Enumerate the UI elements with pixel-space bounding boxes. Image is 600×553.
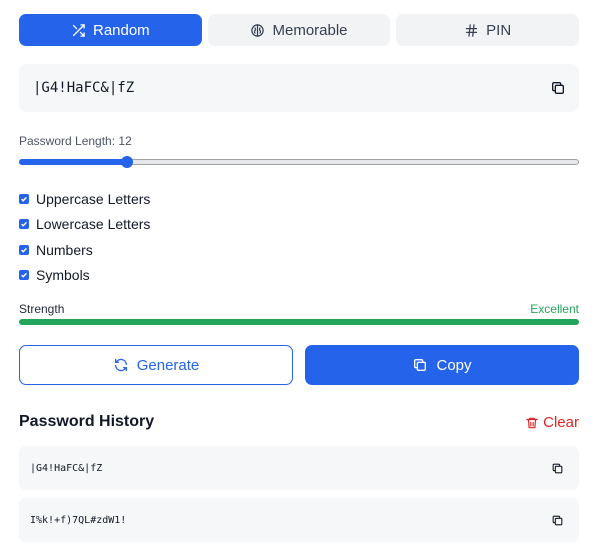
mode-tabs: Random Memorable PIN <box>19 14 580 46</box>
tab-pin-label: PIN <box>486 21 512 39</box>
character-options: Uppercase Letters Lowercase Letters Numb… <box>19 186 150 288</box>
clear-history-button[interactable]: Clear <box>525 414 579 431</box>
uppercase-checkbox[interactable] <box>19 193 29 204</box>
strength-fill <box>19 319 579 325</box>
trash-icon <box>526 417 538 428</box>
history-password: |G4!HaFC&|fZ <box>30 462 103 474</box>
copy-label: Copy <box>436 356 472 374</box>
strength-meter <box>19 319 579 325</box>
slider-thumb[interactable] <box>121 156 133 168</box>
history-title: Password History <box>19 413 155 430</box>
strength-value: Excellent <box>530 302 579 316</box>
copy-icon <box>414 359 427 371</box>
password-display: |G4!HaFC&|fZ <box>19 64 579 112</box>
history-password: I%k!+f)7QL#zdW1! <box>30 514 127 526</box>
numbers-checkbox[interactable] <box>19 244 29 255</box>
lowercase-checkbox[interactable] <box>19 219 29 230</box>
option-numbers[interactable]: Numbers <box>19 237 150 263</box>
copy-password-button[interactable] <box>550 80 566 96</box>
copy-icon <box>552 515 563 525</box>
copy-icon <box>552 463 563 473</box>
option-label: Uppercase Letters <box>36 190 151 207</box>
hash-icon <box>466 23 478 37</box>
generate-label: Generate <box>136 356 200 374</box>
copy-history-button[interactable] <box>551 462 564 475</box>
option-label: Symbols <box>36 267 90 284</box>
copy-history-button[interactable] <box>551 514 564 527</box>
tab-memorable[interactable]: Memorable <box>207 14 391 46</box>
check-icon <box>21 273 27 279</box>
password-length-label: Password Length: 12 <box>19 134 132 148</box>
copy-button[interactable]: Copy <box>305 345 579 385</box>
history-list: |G4!HaFC&|fZ I%k!+f)7QL#zdW1! <box>19 446 579 550</box>
generate-button[interactable]: Generate <box>19 345 293 385</box>
brain-icon <box>251 23 265 37</box>
refresh-icon <box>114 358 127 372</box>
option-label: Numbers <box>36 241 93 258</box>
symbols-checkbox[interactable] <box>19 270 29 281</box>
strength-row: Strength Excellent <box>19 302 579 316</box>
clear-label: Clear <box>543 414 579 431</box>
tab-pin[interactable]: PIN <box>396 14 580 46</box>
check-icon <box>21 196 27 202</box>
shuffle-icon <box>72 23 85 37</box>
history-item: I%k!+f)7QL#zdW1! <box>19 498 579 542</box>
tab-random[interactable]: Random <box>19 14 202 46</box>
option-lowercase[interactable]: Lowercase Letters <box>19 212 150 238</box>
copy-icon <box>552 82 564 94</box>
option-label: Lowercase Letters <box>36 216 151 233</box>
check-icon <box>21 247 27 253</box>
strength-label: Strength <box>19 302 65 316</box>
tab-memorable-label: Memorable <box>272 21 348 39</box>
password-value: |G4!HaFC&|fZ <box>33 80 135 96</box>
option-symbols[interactable]: Symbols <box>19 263 150 289</box>
slider-fill <box>19 159 127 165</box>
history-item: |G4!HaFC&|fZ <box>19 446 579 490</box>
check-icon <box>21 222 27 228</box>
option-uppercase[interactable]: Uppercase Letters <box>19 186 150 212</box>
password-length-slider[interactable] <box>19 156 579 168</box>
tab-random-label: Random <box>92 21 150 39</box>
